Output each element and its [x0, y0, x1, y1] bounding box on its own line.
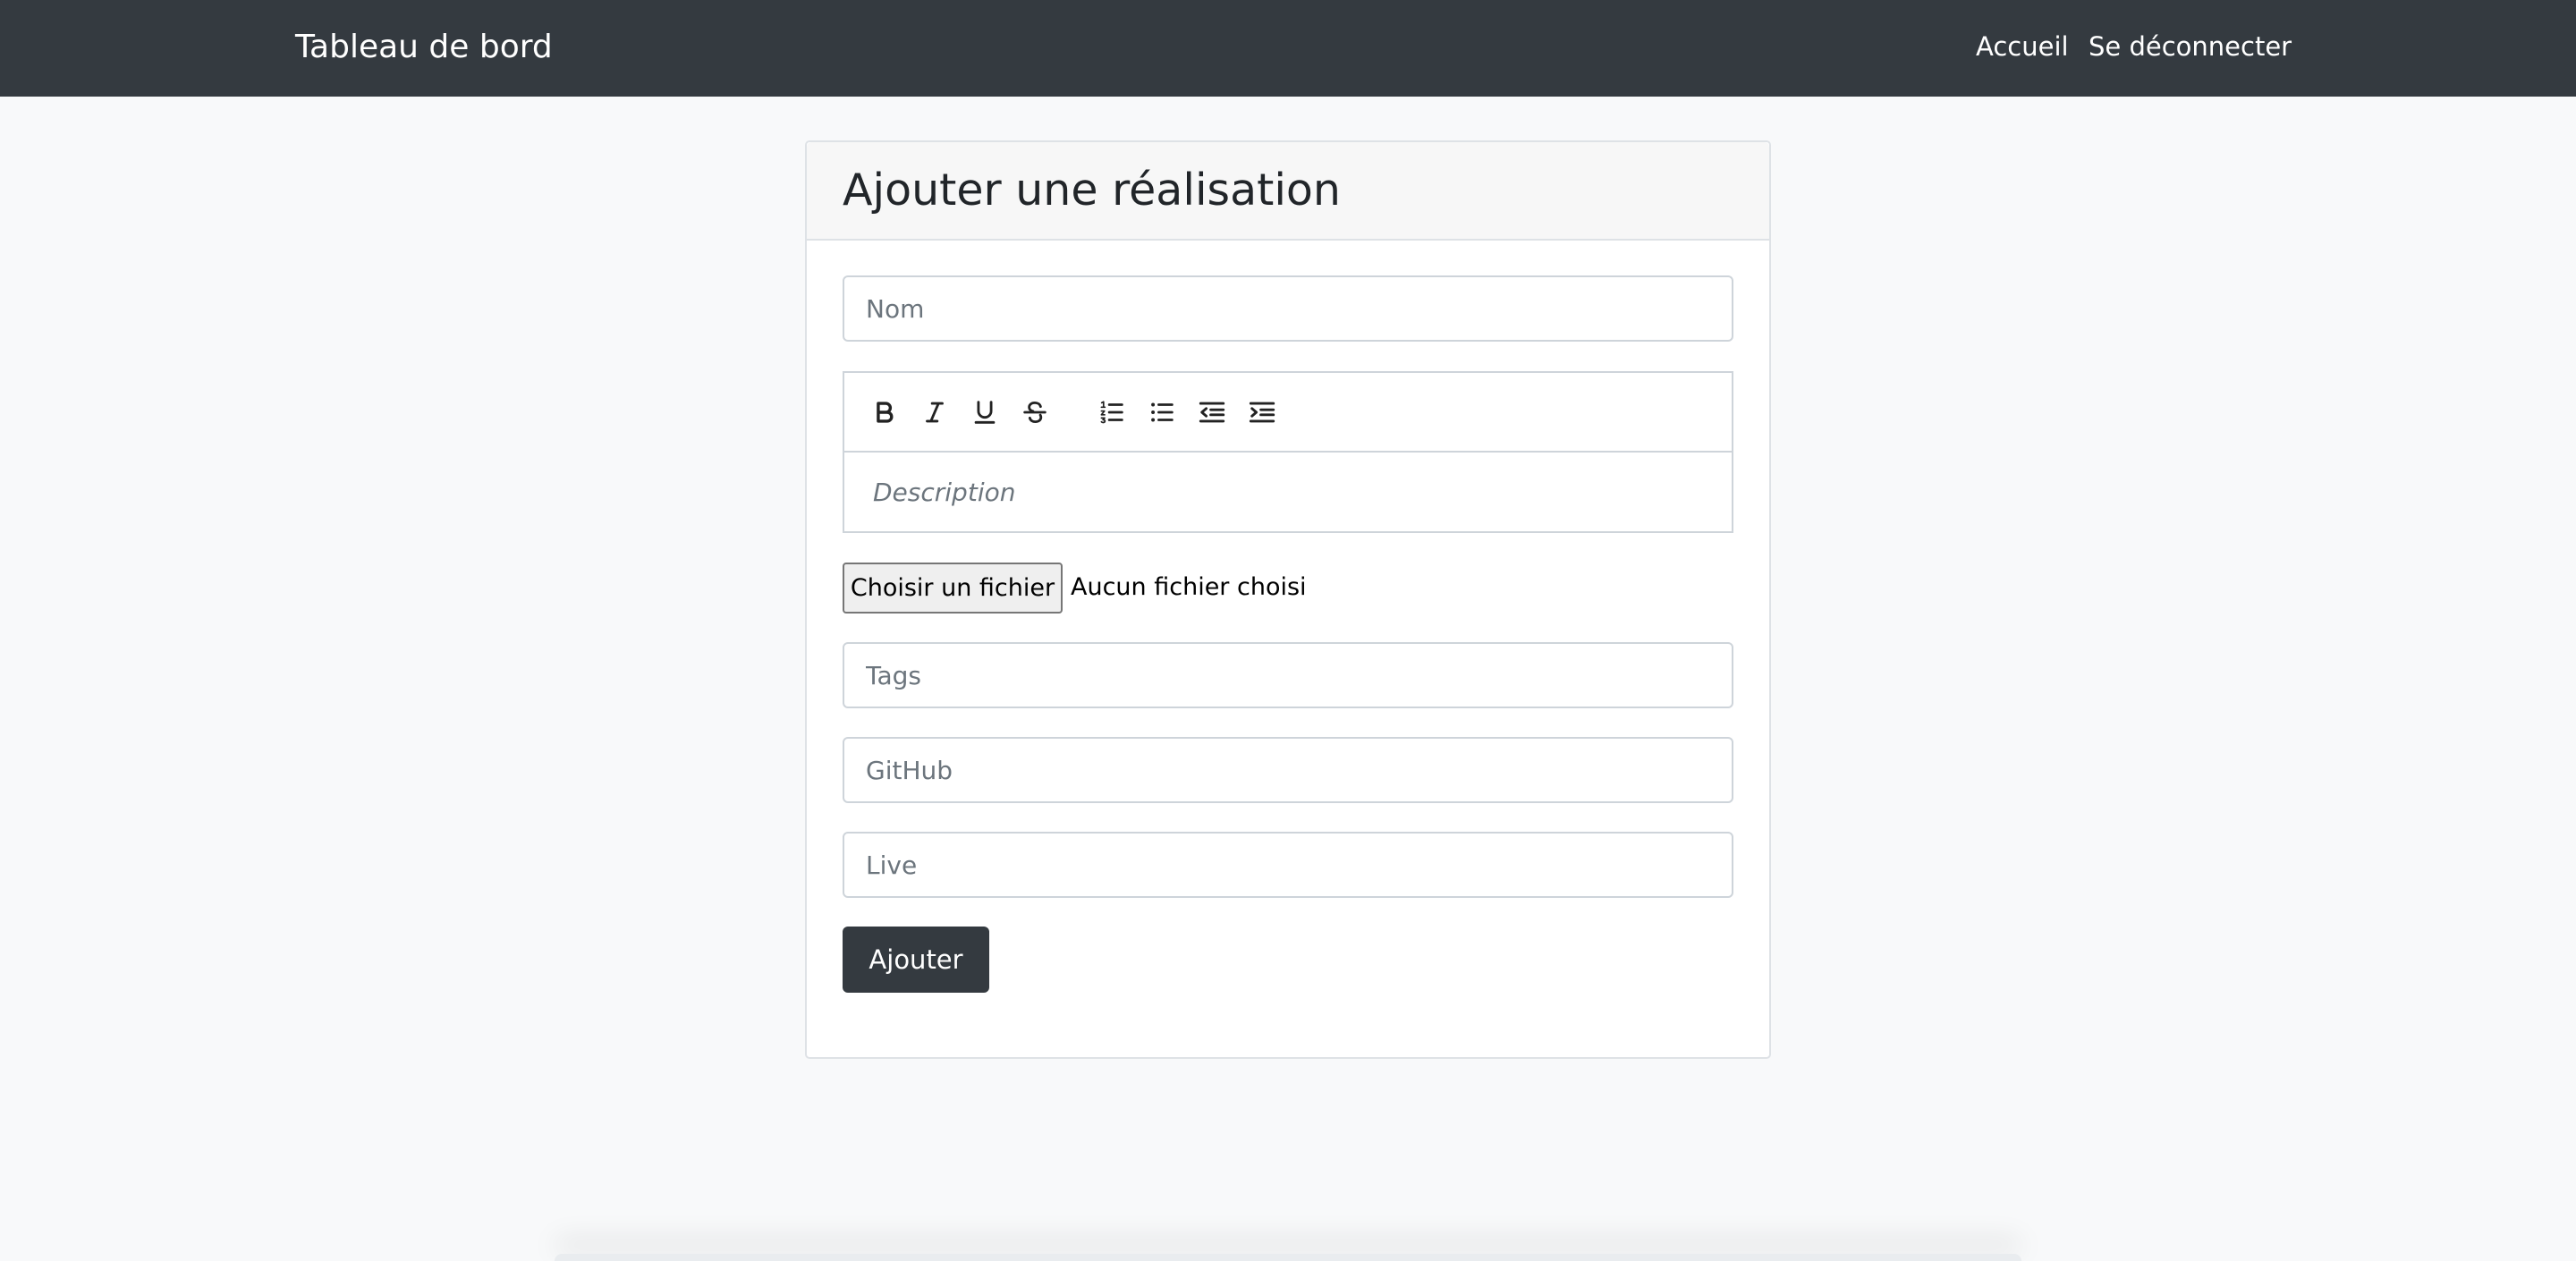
ordered-list-icon[interactable] [1094, 394, 1130, 430]
file-status-text: Aucun fichier choisi [1071, 573, 1307, 601]
nav-link-home[interactable]: Accueil [1976, 29, 2069, 64]
italic-icon[interactable] [917, 394, 953, 430]
navbar-brand[interactable]: Tableau de bord [295, 27, 553, 68]
page-title: Ajouter une réalisation [843, 165, 1341, 216]
nav-link-logout[interactable]: Se déconnecter [2089, 29, 2292, 64]
card-header: Ajouter une réalisation [807, 142, 1769, 241]
strikethrough-icon[interactable] [1017, 394, 1053, 430]
description-editor: Description [843, 371, 1733, 533]
editor-toolbar [844, 373, 1732, 453]
indent-icon[interactable] [1244, 394, 1280, 430]
bold-icon[interactable] [867, 394, 902, 430]
description-editor-body[interactable]: Description [844, 454, 1732, 531]
choose-file-button[interactable]: Choisir un fichier [843, 563, 1063, 614]
bottom-overlay-edge [555, 1254, 2021, 1261]
top-navbar: Tableau de bord Accueil Se déconnecter [0, 0, 2576, 97]
tags-input[interactable] [843, 642, 1733, 708]
outdent-icon[interactable] [1194, 394, 1230, 430]
github-input[interactable] [843, 737, 1733, 803]
unordered-list-icon[interactable] [1144, 394, 1180, 430]
description-placeholder: Description [873, 478, 1016, 507]
live-input[interactable] [843, 832, 1733, 898]
underline-icon[interactable] [967, 394, 1003, 430]
name-input[interactable] [843, 275, 1733, 342]
add-button[interactable]: Ajouter [843, 927, 989, 993]
